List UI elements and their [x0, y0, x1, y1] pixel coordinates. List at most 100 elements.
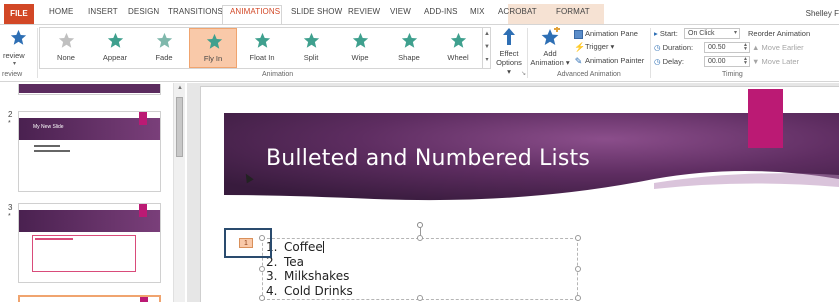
- add-animation-button[interactable]: Add Animation ▾: [530, 27, 570, 67]
- preview-dropdown-arrow: ▾: [13, 61, 17, 67]
- numbered-list[interactable]: 1. Coffee 2. Tea 3. Milkshakes 4. Cold Drink…: [266, 240, 353, 298]
- resize-handle[interactable]: [575, 235, 581, 241]
- add-animation-label-2: Animation ▾: [530, 58, 570, 67]
- resize-handle[interactable]: [259, 295, 265, 301]
- animation-option-split[interactable]: Split: [287, 28, 335, 68]
- list-number: 4.: [266, 283, 278, 298]
- effect-options-label-1: Effect: [499, 49, 519, 58]
- start-label-text: Start:: [659, 29, 678, 38]
- tab-acrobat[interactable]: ACROBAT: [498, 7, 537, 16]
- tab-slide-show[interactable]: SLIDE SHOW: [291, 7, 342, 16]
- scroll-up-icon[interactable]: ▲: [174, 85, 186, 91]
- list-item[interactable]: 1. Coffee: [266, 240, 353, 255]
- add-animation-label-1: Add: [543, 49, 557, 58]
- animation-order-tag[interactable]: 1: [239, 238, 253, 248]
- move-earlier-label: Move Earlier: [761, 43, 804, 52]
- gallery-up-icon[interactable]: ▲: [483, 28, 491, 41]
- delay-label-text: Delay:: [662, 57, 684, 66]
- animation-pane-button[interactable]: Animation Pane: [574, 29, 638, 39]
- delay-spin-arrows-icon[interactable]: ▲ ▼: [743, 57, 748, 66]
- delay-spinner[interactable]: 00.00 ▲ ▼: [704, 56, 750, 67]
- start-label: ▸ Start:: [654, 29, 678, 38]
- thumbnail-bullet-line: [34, 150, 70, 152]
- slide-animation-star-3: *: [8, 213, 11, 220]
- animation-dialog-launcher-icon[interactable]: ↘: [521, 70, 526, 77]
- list-item-text: Milkshakes: [284, 269, 350, 283]
- resize-handle[interactable]: [417, 235, 423, 241]
- tab-home[interactable]: HOME: [49, 7, 73, 16]
- move-later-button[interactable]: ▼ Move Later: [752, 57, 799, 66]
- animation-option-fade[interactable]: Fade: [140, 28, 188, 68]
- tab-animations[interactable]: ANIMATIONS: [230, 7, 280, 16]
- duration-spinner[interactable]: 00.50 ▲ ▼: [704, 42, 750, 53]
- resize-handle[interactable]: [575, 266, 581, 272]
- animation-option-fly-in[interactable]: Fly In: [189, 28, 237, 68]
- tab-review[interactable]: REVIEW: [348, 7, 380, 16]
- tab-design[interactable]: DESIGN: [128, 7, 159, 16]
- tab-format[interactable]: FORMAT: [556, 7, 590, 16]
- animation-option-label: Split: [303, 53, 319, 62]
- slide-thumbnail-3[interactable]: [18, 203, 161, 283]
- star-wipe-icon: [352, 32, 369, 48]
- animation-option-float-in[interactable]: Float In: [238, 28, 286, 68]
- animation-option-appear[interactable]: Appear: [91, 28, 139, 68]
- gallery-scrollbar[interactable]: ▲ ▼ ▾: [482, 28, 491, 68]
- ribbon: review ▾ review ▲ ▼ ▾ None Appear Fade Fly …: [0, 24, 839, 82]
- animation-option-label: Wheel: [447, 53, 469, 62]
- delay-label: ◷ Delay:: [654, 57, 684, 66]
- tab-file[interactable]: FILE: [4, 4, 34, 24]
- list-item[interactable]: 4. Cold Drinks: [266, 284, 353, 299]
- user-name[interactable]: Shelley F: [806, 9, 839, 18]
- star-fly-in-icon: [206, 33, 223, 49]
- list-item[interactable]: 2. Tea: [266, 255, 353, 270]
- animation-option-wheel[interactable]: Wheel: [434, 28, 482, 68]
- animation-option-wipe[interactable]: Wipe: [336, 28, 384, 68]
- slide-title[interactable]: Bulleted and Numbered Lists: [266, 146, 590, 171]
- trigger-label: Trigger ▾: [585, 42, 615, 51]
- effect-options-button[interactable]: Effect Options ▾: [494, 27, 524, 76]
- slide-thumbnail-4[interactable]: [18, 295, 161, 302]
- animation-option-label: Fly In: [203, 54, 223, 63]
- animation-option-label: Fade: [155, 53, 173, 62]
- list-number: 3.: [266, 269, 278, 283]
- start-play-icon: ▸: [654, 29, 658, 38]
- animation-option-shape[interactable]: Shape: [385, 28, 433, 68]
- list-item[interactable]: 3. Milkshakes: [266, 269, 353, 284]
- move-earlier-arrow-icon: ▲: [752, 43, 760, 52]
- start-select[interactable]: On Click ▾: [684, 28, 740, 39]
- animation-option-label: Shape: [398, 53, 420, 62]
- clock-icon: ◷: [654, 43, 661, 52]
- add-animation-star-icon: [541, 27, 560, 45]
- scrollbar-thumb[interactable]: [176, 97, 183, 157]
- animation-option-label: None: [57, 53, 75, 62]
- animation-pane-label: Animation Pane: [585, 29, 638, 38]
- thumbnails-scrollbar[interactable]: ▲: [173, 83, 185, 302]
- animation-option-none[interactable]: None: [42, 28, 90, 68]
- thumbnail-band: [19, 84, 160, 93]
- tab-view[interactable]: VIEW: [390, 7, 411, 16]
- gallery-more-icon[interactable]: ▾: [483, 54, 491, 67]
- duration-spin-arrows-icon[interactable]: ▲ ▼: [743, 43, 748, 52]
- slide-thumbnail-1[interactable]: [18, 84, 161, 95]
- tab-add-ins[interactable]: ADD-INS: [424, 7, 458, 16]
- thumbnail-bullet-line: [34, 145, 60, 147]
- move-earlier-button[interactable]: ▲ Move Earlier: [752, 43, 804, 52]
- advanced-animation-group-label: Advanced Animation: [557, 71, 621, 78]
- tab-transitions[interactable]: TRANSITIONS: [168, 7, 223, 16]
- slide-number-3: 3: [8, 203, 13, 212]
- slide-thumbnail-2[interactable]: My New Slide: [18, 111, 161, 192]
- move-later-label: Move Later: [761, 57, 800, 66]
- resize-handle[interactable]: [259, 266, 265, 272]
- gallery-down-icon[interactable]: ▼: [483, 41, 491, 54]
- resize-handle[interactable]: [575, 295, 581, 301]
- preview-button[interactable]: review ▾: [0, 27, 36, 69]
- tab-mix[interactable]: MIX: [470, 7, 485, 16]
- trigger-button[interactable]: ⚡Trigger ▾: [574, 42, 614, 52]
- thumbnail-accent: [140, 297, 148, 302]
- animation-painter-button[interactable]: ✎ Animation Painter: [574, 56, 644, 66]
- duration-value: 00.50: [708, 44, 726, 51]
- delay-value: 00.00: [708, 58, 726, 65]
- duration-label-text: Duration:: [662, 43, 694, 52]
- resize-handle[interactable]: [417, 295, 423, 301]
- tab-insert[interactable]: INSERT: [88, 7, 118, 16]
